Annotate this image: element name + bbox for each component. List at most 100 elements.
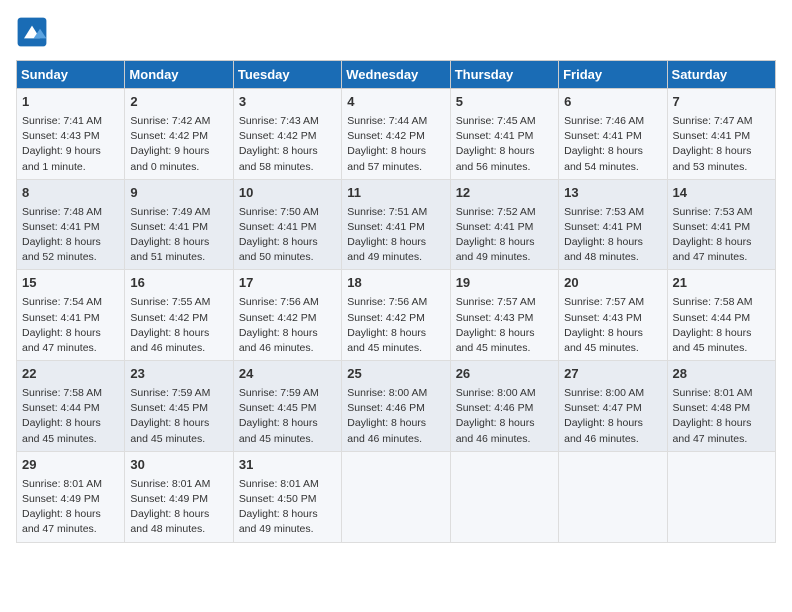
sunrise-text: Sunrise: 8:01 AM xyxy=(130,477,227,492)
calendar-cell: 21Sunrise: 7:58 AMSunset: 4:44 PMDayligh… xyxy=(667,270,775,361)
calendar-cell: 16Sunrise: 7:55 AMSunset: 4:42 PMDayligh… xyxy=(125,270,233,361)
calendar-cell: 12Sunrise: 7:52 AMSunset: 4:41 PMDayligh… xyxy=(450,179,558,270)
header-day-monday: Monday xyxy=(125,61,233,89)
day-number: 18 xyxy=(347,274,444,293)
sunrise-text: Sunrise: 8:00 AM xyxy=(456,386,553,401)
sunrise-text: Sunrise: 7:57 AM xyxy=(456,295,553,310)
calendar-cell: 8Sunrise: 7:48 AMSunset: 4:41 PMDaylight… xyxy=(17,179,125,270)
sunset-text: Sunset: 4:41 PM xyxy=(564,129,661,144)
day-number: 5 xyxy=(456,93,553,112)
sunrise-text: Sunrise: 7:48 AM xyxy=(22,205,119,220)
sunset-text: Sunset: 4:41 PM xyxy=(22,220,119,235)
daylight-text: Daylight: 8 hours and 45 minutes. xyxy=(239,416,336,446)
sunset-text: Sunset: 4:50 PM xyxy=(239,492,336,507)
daylight-text: Daylight: 8 hours and 48 minutes. xyxy=(564,235,661,265)
day-number: 16 xyxy=(130,274,227,293)
calendar-body: 1Sunrise: 7:41 AMSunset: 4:43 PMDaylight… xyxy=(17,89,776,543)
day-number: 9 xyxy=(130,184,227,203)
day-number: 28 xyxy=(673,365,770,384)
calendar-week-row: 22Sunrise: 7:58 AMSunset: 4:44 PMDayligh… xyxy=(17,361,776,452)
sunset-text: Sunset: 4:41 PM xyxy=(22,311,119,326)
sunset-text: Sunset: 4:43 PM xyxy=(22,129,119,144)
calendar-cell xyxy=(342,451,450,542)
daylight-text: Daylight: 8 hours and 54 minutes. xyxy=(564,144,661,174)
day-number: 20 xyxy=(564,274,661,293)
calendar-cell: 10Sunrise: 7:50 AMSunset: 4:41 PMDayligh… xyxy=(233,179,341,270)
sunset-text: Sunset: 4:41 PM xyxy=(564,220,661,235)
sunset-text: Sunset: 4:44 PM xyxy=(673,311,770,326)
sunrise-text: Sunrise: 8:01 AM xyxy=(239,477,336,492)
calendar-cell: 18Sunrise: 7:56 AMSunset: 4:42 PMDayligh… xyxy=(342,270,450,361)
calendar-cell: 24Sunrise: 7:59 AMSunset: 4:45 PMDayligh… xyxy=(233,361,341,452)
day-number: 12 xyxy=(456,184,553,203)
day-number: 13 xyxy=(564,184,661,203)
calendar-week-row: 1Sunrise: 7:41 AMSunset: 4:43 PMDaylight… xyxy=(17,89,776,180)
calendar-cell: 26Sunrise: 8:00 AMSunset: 4:46 PMDayligh… xyxy=(450,361,558,452)
daylight-text: Daylight: 8 hours and 45 minutes. xyxy=(130,416,227,446)
calendar-cell: 5Sunrise: 7:45 AMSunset: 4:41 PMDaylight… xyxy=(450,89,558,180)
daylight-text: Daylight: 8 hours and 50 minutes. xyxy=(239,235,336,265)
calendar-cell: 31Sunrise: 8:01 AMSunset: 4:50 PMDayligh… xyxy=(233,451,341,542)
daylight-text: Daylight: 8 hours and 47 minutes. xyxy=(22,507,119,537)
calendar-cell xyxy=(667,451,775,542)
daylight-text: Daylight: 8 hours and 45 minutes. xyxy=(22,416,119,446)
day-number: 15 xyxy=(22,274,119,293)
sunset-text: Sunset: 4:42 PM xyxy=(347,129,444,144)
sunset-text: Sunset: 4:41 PM xyxy=(347,220,444,235)
day-number: 27 xyxy=(564,365,661,384)
sunset-text: Sunset: 4:47 PM xyxy=(564,401,661,416)
day-number: 19 xyxy=(456,274,553,293)
daylight-text: Daylight: 8 hours and 47 minutes. xyxy=(673,235,770,265)
calendar-cell xyxy=(559,451,667,542)
day-number: 6 xyxy=(564,93,661,112)
calendar-week-row: 29Sunrise: 8:01 AMSunset: 4:49 PMDayligh… xyxy=(17,451,776,542)
sunset-text: Sunset: 4:44 PM xyxy=(22,401,119,416)
calendar-table: SundayMondayTuesdayWednesdayThursdayFrid… xyxy=(16,60,776,543)
daylight-text: Daylight: 8 hours and 48 minutes. xyxy=(130,507,227,537)
sunset-text: Sunset: 4:41 PM xyxy=(673,129,770,144)
calendar-cell: 14Sunrise: 7:53 AMSunset: 4:41 PMDayligh… xyxy=(667,179,775,270)
calendar-cell: 27Sunrise: 8:00 AMSunset: 4:47 PMDayligh… xyxy=(559,361,667,452)
sunrise-text: Sunrise: 7:54 AM xyxy=(22,295,119,310)
daylight-text: Daylight: 9 hours and 0 minutes. xyxy=(130,144,227,174)
sunrise-text: Sunrise: 8:00 AM xyxy=(347,386,444,401)
daylight-text: Daylight: 8 hours and 52 minutes. xyxy=(22,235,119,265)
day-number: 24 xyxy=(239,365,336,384)
daylight-text: Daylight: 8 hours and 53 minutes. xyxy=(673,144,770,174)
daylight-text: Daylight: 8 hours and 57 minutes. xyxy=(347,144,444,174)
sunrise-text: Sunrise: 7:57 AM xyxy=(564,295,661,310)
calendar-cell: 9Sunrise: 7:49 AMSunset: 4:41 PMDaylight… xyxy=(125,179,233,270)
calendar-cell: 29Sunrise: 8:01 AMSunset: 4:49 PMDayligh… xyxy=(17,451,125,542)
calendar-cell: 7Sunrise: 7:47 AMSunset: 4:41 PMDaylight… xyxy=(667,89,775,180)
day-number: 22 xyxy=(22,365,119,384)
sunrise-text: Sunrise: 7:56 AM xyxy=(347,295,444,310)
sunrise-text: Sunrise: 8:01 AM xyxy=(673,386,770,401)
calendar-cell: 23Sunrise: 7:59 AMSunset: 4:45 PMDayligh… xyxy=(125,361,233,452)
sunrise-text: Sunrise: 7:56 AM xyxy=(239,295,336,310)
day-number: 1 xyxy=(22,93,119,112)
daylight-text: Daylight: 8 hours and 47 minutes. xyxy=(22,326,119,356)
calendar-week-row: 8Sunrise: 7:48 AMSunset: 4:41 PMDaylight… xyxy=(17,179,776,270)
sunset-text: Sunset: 4:41 PM xyxy=(456,220,553,235)
calendar-cell: 30Sunrise: 8:01 AMSunset: 4:49 PMDayligh… xyxy=(125,451,233,542)
sunset-text: Sunset: 4:41 PM xyxy=(673,220,770,235)
sunset-text: Sunset: 4:43 PM xyxy=(456,311,553,326)
calendar-cell: 4Sunrise: 7:44 AMSunset: 4:42 PMDaylight… xyxy=(342,89,450,180)
daylight-text: Daylight: 8 hours and 51 minutes. xyxy=(130,235,227,265)
sunset-text: Sunset: 4:42 PM xyxy=(239,311,336,326)
header-day-sunday: Sunday xyxy=(17,61,125,89)
calendar-cell: 25Sunrise: 8:00 AMSunset: 4:46 PMDayligh… xyxy=(342,361,450,452)
sunset-text: Sunset: 4:48 PM xyxy=(673,401,770,416)
day-number: 14 xyxy=(673,184,770,203)
sunset-text: Sunset: 4:41 PM xyxy=(456,129,553,144)
sunset-text: Sunset: 4:49 PM xyxy=(130,492,227,507)
daylight-text: Daylight: 8 hours and 46 minutes. xyxy=(239,326,336,356)
daylight-text: Daylight: 8 hours and 49 minutes. xyxy=(347,235,444,265)
sunset-text: Sunset: 4:45 PM xyxy=(239,401,336,416)
daylight-text: Daylight: 8 hours and 47 minutes. xyxy=(673,416,770,446)
sunset-text: Sunset: 4:46 PM xyxy=(456,401,553,416)
sunset-text: Sunset: 4:42 PM xyxy=(347,311,444,326)
sunset-text: Sunset: 4:45 PM xyxy=(130,401,227,416)
day-number: 25 xyxy=(347,365,444,384)
daylight-text: Daylight: 8 hours and 46 minutes. xyxy=(130,326,227,356)
